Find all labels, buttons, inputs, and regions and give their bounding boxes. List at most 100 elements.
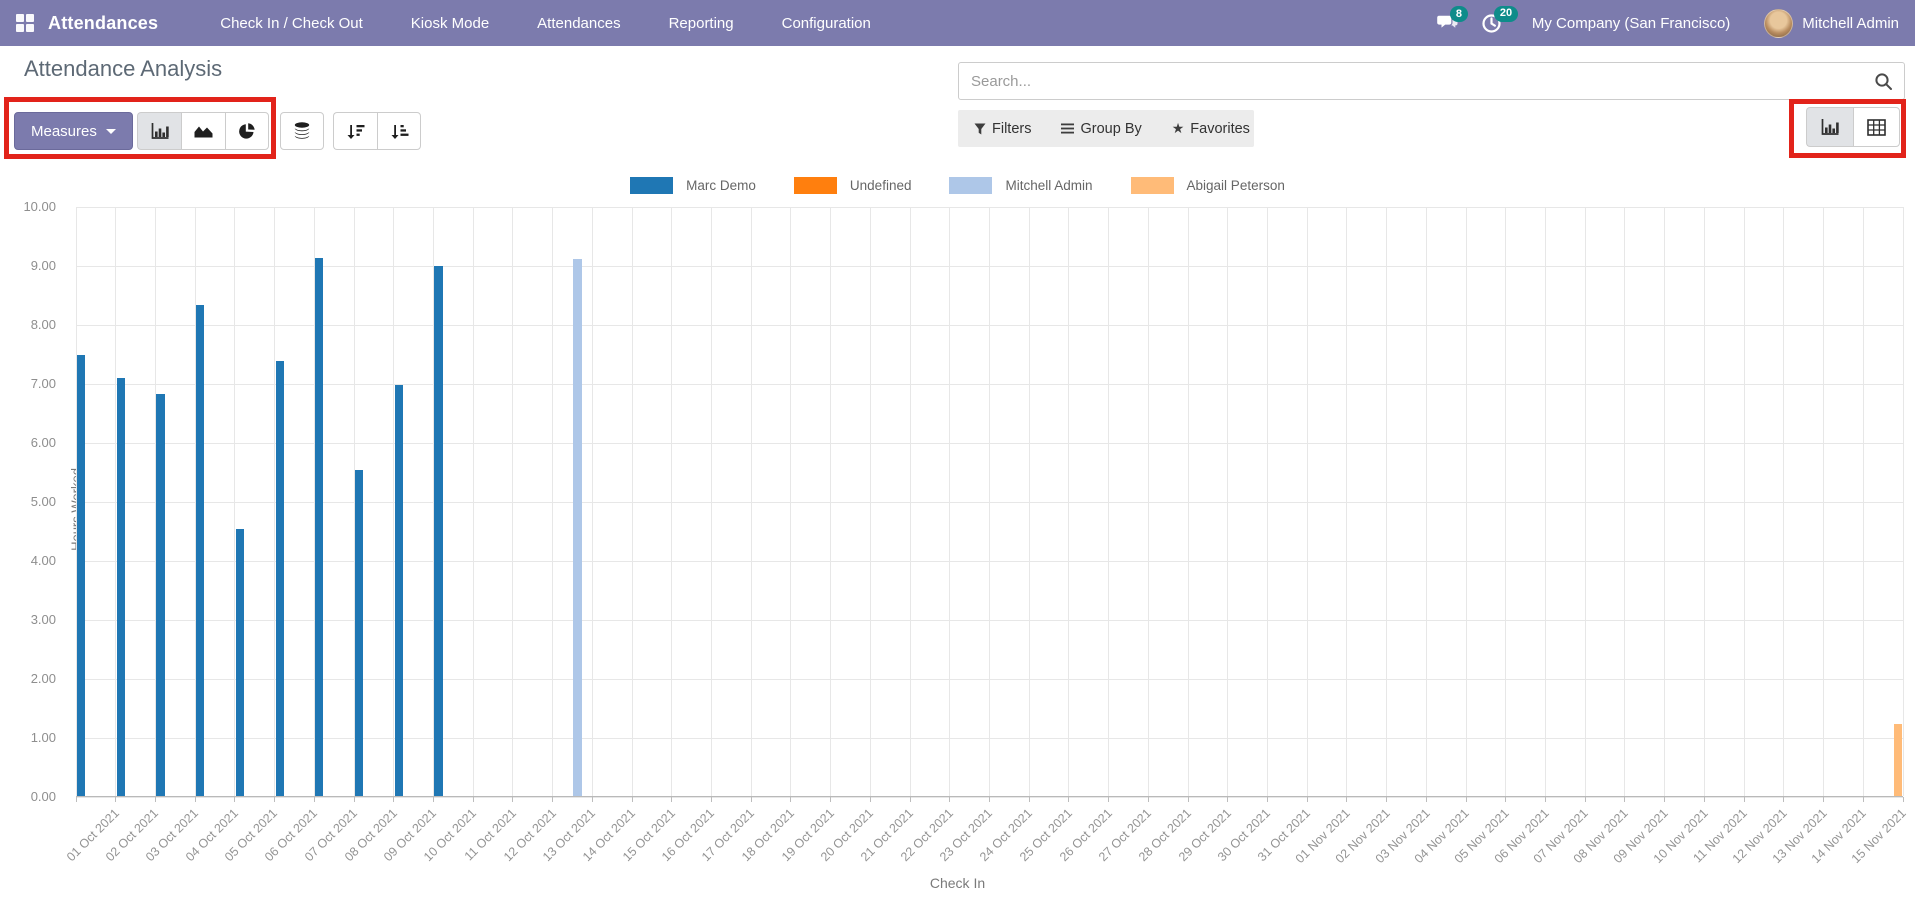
bar-chart-button[interactable] (137, 112, 181, 150)
v-gridline (1823, 207, 1824, 796)
menu-attendances[interactable]: Attendances (537, 15, 620, 32)
x-tick-mark (195, 797, 196, 802)
x-tick-mark (354, 797, 355, 802)
x-tick-mark (234, 797, 235, 802)
messages-icon[interactable]: 8 (1437, 13, 1459, 33)
v-gridline (1386, 207, 1387, 796)
apps-menu-icon[interactable] (16, 14, 34, 32)
x-tick-mark (1466, 797, 1467, 802)
v-gridline (473, 207, 474, 796)
stacked-toggle-group (280, 112, 324, 150)
sort-ascending-button[interactable] (377, 112, 421, 150)
star-icon: ★ (1172, 120, 1185, 137)
user-avatar[interactable] (1764, 9, 1793, 38)
filter-icon (974, 123, 986, 135)
x-tick-mark (1148, 797, 1149, 802)
v-gridline (671, 207, 672, 796)
bar[interactable] (395, 385, 403, 796)
sort-descending-button[interactable] (333, 112, 377, 150)
x-tick-mark (1545, 797, 1546, 802)
filters-button[interactable]: Filters (974, 121, 1031, 137)
v-gridline (552, 207, 553, 796)
favorites-button[interactable]: ★ Favorites (1172, 120, 1250, 137)
bar-chart-icon (150, 122, 170, 140)
bar[interactable] (355, 470, 363, 796)
pie-chart-button[interactable] (225, 112, 269, 150)
bar[interactable] (236, 529, 244, 796)
area-chart-button[interactable] (181, 112, 225, 150)
favorites-label: Favorites (1190, 121, 1250, 137)
v-gridline (1903, 207, 1904, 796)
x-tick-mark (790, 797, 791, 802)
graph-view-button[interactable] (1806, 107, 1853, 147)
x-tick-mark (1903, 797, 1904, 802)
measures-label: Measures (31, 123, 97, 140)
v-gridline (1744, 207, 1745, 796)
menu-kiosk-mode[interactable]: Kiosk Mode (411, 15, 489, 32)
legend-item[interactable]: Mitchell Admin (949, 177, 1092, 194)
sort-group (333, 112, 421, 150)
v-gridline (830, 207, 831, 796)
legend-item[interactable]: Undefined (794, 177, 912, 194)
stacked-button[interactable] (280, 112, 324, 150)
x-tick-mark (1386, 797, 1387, 802)
bar[interactable] (1894, 724, 1902, 796)
x-tick-mark (1744, 797, 1745, 802)
v-gridline (1704, 207, 1705, 796)
x-tick-mark (1068, 797, 1069, 802)
y-tick-label: 10.00 (0, 199, 56, 214)
y-tick-label: 1.00 (0, 730, 56, 745)
measures-button[interactable]: Measures (14, 112, 133, 150)
company-switcher[interactable]: My Company (San Francisco) (1532, 15, 1730, 32)
x-tick-mark (76, 797, 77, 802)
menu-configuration[interactable]: Configuration (782, 15, 871, 32)
graph-view-icon (1820, 118, 1840, 136)
v-gridline (1624, 207, 1625, 796)
y-tick-label: 2.00 (0, 671, 56, 686)
x-tick-mark (1823, 797, 1824, 802)
v-gridline (1783, 207, 1784, 796)
search-options-bar: Filters Group By ★ Favorites (958, 110, 1254, 147)
legend-label: Marc Demo (686, 178, 756, 193)
bar[interactable] (276, 361, 284, 796)
group-by-button[interactable]: Group By (1061, 121, 1141, 137)
x-tick-mark (671, 797, 672, 802)
x-tick-mark (1307, 797, 1308, 802)
x-tick-mark (1863, 797, 1864, 802)
v-gridline (1664, 207, 1665, 796)
activities-icon[interactable]: 20 (1481, 13, 1502, 34)
menu-reporting[interactable]: Reporting (669, 15, 734, 32)
menu-check-in-out[interactable]: Check In / Check Out (220, 15, 363, 32)
bar[interactable] (77, 355, 85, 796)
x-tick-mark (1346, 797, 1347, 802)
legend-item[interactable]: Marc Demo (630, 177, 756, 194)
chart-type-group (137, 112, 269, 150)
legend-label: Abigail Peterson (1187, 178, 1285, 193)
x-tick-mark (1585, 797, 1586, 802)
v-gridline (632, 207, 633, 796)
v-gridline (1267, 207, 1268, 796)
x-tick-mark (1108, 797, 1109, 802)
y-tick-label: 8.00 (0, 317, 56, 332)
y-tick-label: 7.00 (0, 376, 56, 391)
group-by-label: Group By (1080, 121, 1141, 137)
x-tick-mark (830, 797, 831, 802)
bar[interactable] (117, 378, 125, 796)
bar[interactable] (434, 266, 442, 796)
user-menu[interactable]: Mitchell Admin (1802, 15, 1899, 32)
v-gridline (790, 207, 791, 796)
bar[interactable] (315, 258, 323, 796)
x-tick-mark (751, 797, 752, 802)
search-input[interactable] (959, 73, 1874, 90)
bar[interactable] (196, 305, 204, 796)
bar[interactable] (156, 394, 164, 796)
x-tick-mark (1704, 797, 1705, 802)
main-menu: Check In / Check Out Kiosk Mode Attendan… (220, 15, 871, 32)
search-icon[interactable] (1874, 72, 1893, 91)
top-navbar: Attendances Check In / Check Out Kiosk M… (0, 0, 1915, 46)
legend-label: Undefined (850, 178, 912, 193)
legend-item[interactable]: Abigail Peterson (1131, 177, 1285, 194)
pivot-view-button[interactable] (1853, 107, 1900, 147)
v-gridline (1346, 207, 1347, 796)
bar[interactable] (573, 259, 581, 796)
